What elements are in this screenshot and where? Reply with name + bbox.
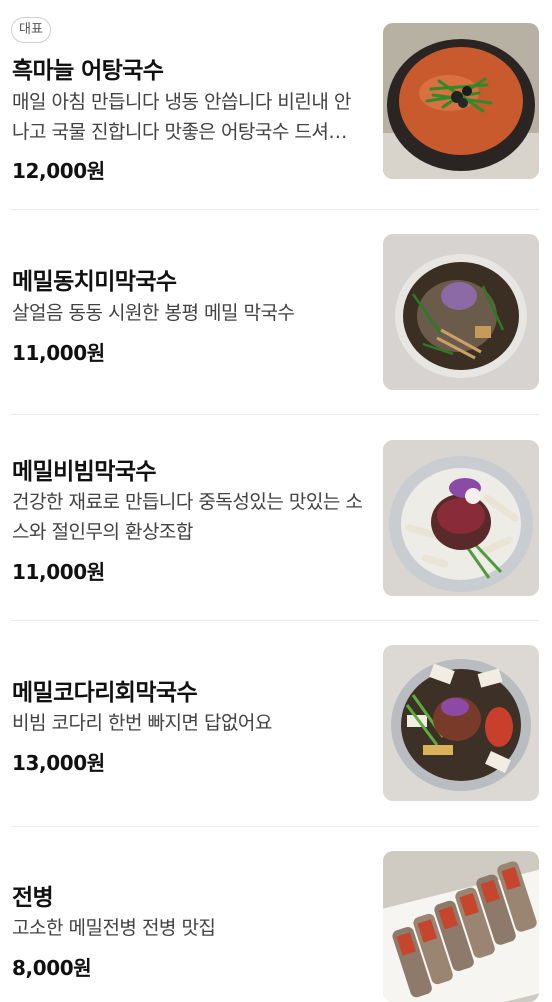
menu-item-photo[interactable] (383, 440, 539, 596)
menu-item-description: 고소한 메밀전병 전병 맛집 (12, 917, 216, 939)
menu-item-price: 13,000원 (12, 751, 105, 775)
spicy-buckwheat-noodles-photo (383, 440, 539, 596)
menu-item-cold-buckwheat-noodles[interactable]: 메밀동치미막국수 살얼음 동동 시원한 봉평 메밀 막국수 11,000원 (11, 210, 539, 415)
menu-list: 대표 흑마늘 어탕국수 매일 아침 만듭니다 냉동 안씁니다 비린내 안나고 국… (0, 0, 552, 1002)
menu-item-buckwheat-crepe[interactable]: 전병 고소한 메밀전병 전병 맛집 8,000원 (11, 827, 539, 1002)
fish-noodle-soup-photo (383, 23, 539, 179)
signature-badge: 대표 (11, 17, 51, 43)
menu-item-description: 매일 아침 만듭니다 냉동 안씁니다 비린내 안나고 국물 진합니다 맛좋은 어… (12, 91, 363, 143)
menu-item-name: 메밀코다리회막국수 (12, 680, 198, 706)
menu-item-fish-noodle-soup[interactable]: 대표 흑마늘 어탕국수 매일 아침 만듭니다 냉동 안씁니다 비린내 안나고 국… (11, 0, 539, 200)
menu-item-photo[interactable] (383, 645, 539, 801)
menu-item-pollack-buckwheat-noodles[interactable]: 메밀코다리회막국수 비빔 코다리 한번 빠지면 답없어요 13,000원 (11, 621, 539, 826)
menu-item-photo[interactable] (383, 23, 539, 179)
menu-item-photo[interactable] (383, 851, 539, 1002)
menu-item-price: 11,000원 (12, 560, 105, 584)
buckwheat-crepe-photo (383, 851, 539, 1002)
menu-item-description: 살얼음 동동 시원한 봉평 메밀 막국수 (12, 302, 295, 324)
menu-item-price: 8,000원 (12, 956, 92, 980)
menu-item-name: 전병 (12, 885, 54, 911)
menu-item-name: 흑마늘 어탕국수 (12, 58, 164, 84)
menu-item-photo[interactable] (383, 234, 539, 390)
menu-item-price: 11,000원 (12, 341, 105, 365)
menu-item-price: 12,000원 (12, 159, 105, 183)
menu-item-spicy-buckwheat-noodles[interactable]: 메밀비빔막국수 건강한 재료로 만듭니다 중독성있는 맛있는 소스와 절인무의 … (11, 415, 539, 620)
menu-item-description: 건강한 재료로 만듭니다 중독성있는 맛있는 소스와 절인무의 환상조합 (12, 491, 363, 543)
menu-item-name: 메밀비빔막국수 (12, 459, 157, 485)
menu-item-name: 메밀동치미막국수 (12, 269, 177, 295)
cold-buckwheat-noodles-photo (383, 234, 539, 390)
pollack-buckwheat-noodles-photo (383, 645, 539, 801)
menu-item-description: 비빔 코다리 한번 빠지면 답없어요 (12, 712, 272, 734)
